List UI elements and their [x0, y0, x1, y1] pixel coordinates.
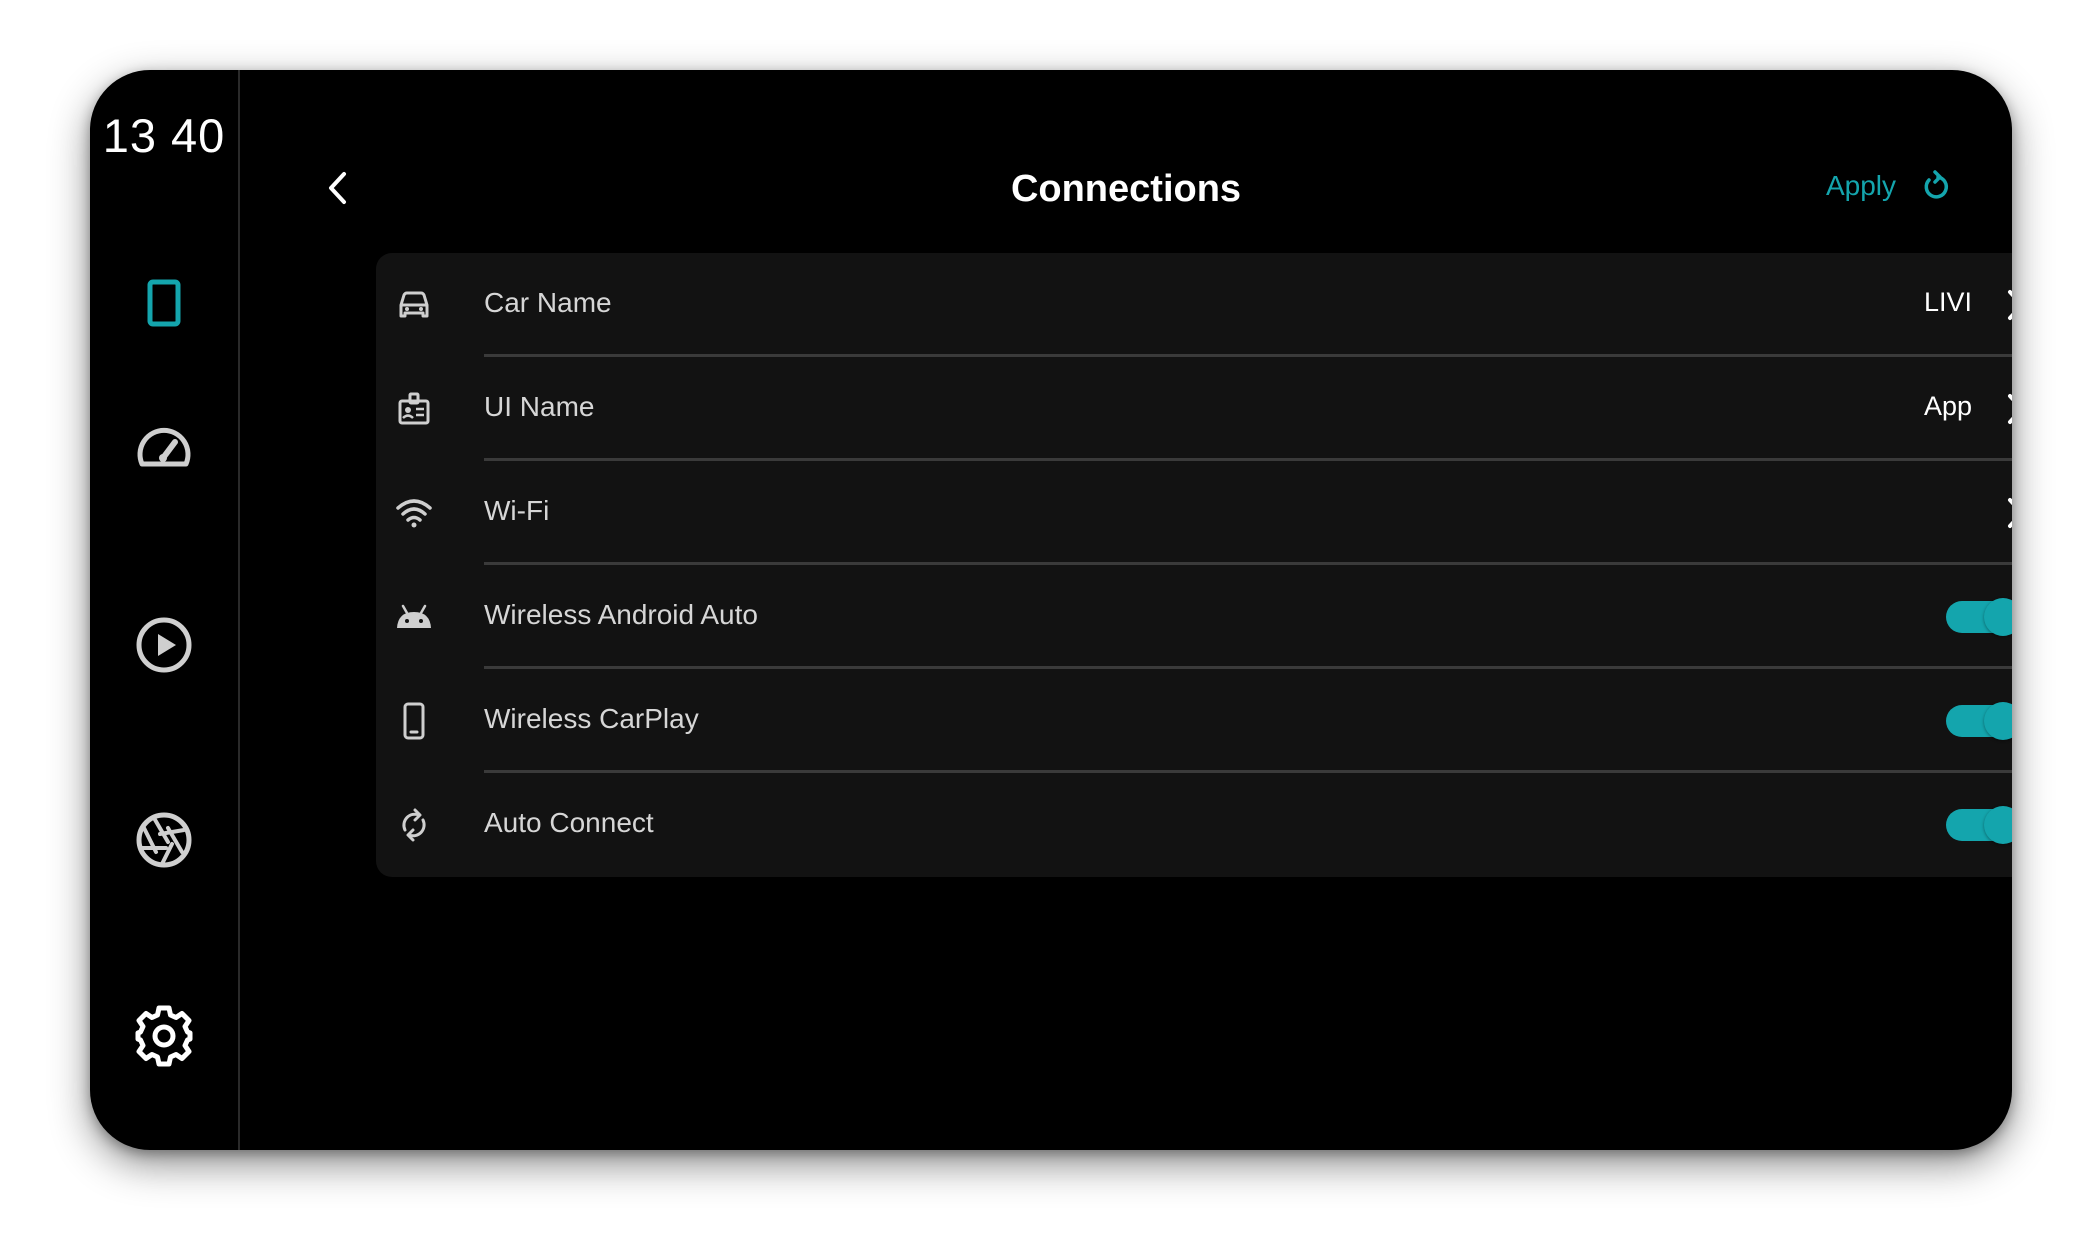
head-unit-screen: 13 40 Connections Apply Car Name LIVI UI…	[90, 70, 2012, 1150]
nav-camera-button[interactable]	[124, 800, 204, 880]
sync-icon	[394, 805, 434, 845]
toggle-knob	[1984, 598, 2012, 636]
auto-connect-toggle[interactable]	[1946, 806, 2012, 844]
clock: 13 40	[102, 109, 226, 162]
toggle-knob	[1984, 702, 2012, 740]
chevron-right-icon	[1996, 285, 2012, 325]
camera-aperture-icon	[136, 812, 192, 868]
android-icon	[394, 597, 434, 637]
settings-list: Car Name LIVI UI Name App Wi-Fi Wireless…	[376, 253, 2012, 877]
setting-label: UI Name	[484, 391, 595, 422]
setting-label: Auto Connect	[484, 807, 654, 838]
main-content: Connections Apply Car Name LIVI UI Name …	[240, 70, 2012, 1150]
setting-row-wireless-android-auto: Wireless Android Auto	[376, 565, 2012, 669]
nav-media-button[interactable]	[124, 605, 204, 685]
apply-label: Apply	[1825, 170, 1896, 201]
nav-dashboard-button[interactable]	[124, 410, 204, 490]
wireless-carplay-toggle[interactable]	[1946, 702, 2012, 740]
setting-label: Car Name	[484, 287, 612, 318]
badge-icon	[394, 389, 434, 429]
toggle-knob	[1984, 806, 2012, 844]
setting-row-wifi[interactable]: Wi-Fi	[376, 461, 2012, 565]
apply-button[interactable]: Apply	[1826, 170, 1952, 202]
smartphone-icon	[394, 701, 434, 741]
setting-value: LIVI	[1923, 287, 1972, 317]
chevron-right-icon	[1996, 389, 2012, 429]
setting-label: Wireless Android Auto	[484, 599, 758, 630]
nav-settings-button[interactable]	[124, 996, 204, 1076]
setting-row-wireless-carplay: Wireless CarPlay	[376, 669, 2012, 773]
refresh-icon	[1924, 170, 1948, 199]
setting-row-auto-connect: Auto Connect	[376, 773, 2012, 877]
media-play-icon	[136, 617, 192, 673]
wifi-icon	[394, 493, 434, 533]
sidebar: 13 40	[90, 70, 240, 1150]
nav-phone-button[interactable]	[124, 263, 204, 343]
setting-row-ui-name[interactable]: UI Name App	[376, 357, 2012, 461]
wireless-android-auto-toggle[interactable]	[1946, 598, 2012, 636]
setting-label: Wi-Fi	[484, 495, 550, 526]
phone-icon	[147, 279, 181, 327]
page-title: Connections	[1010, 168, 1242, 210]
chevron-right-icon	[1996, 493, 2012, 533]
dashboard-gauge-icon	[137, 427, 191, 467]
settings-gear-icon	[135, 1005, 193, 1067]
car-icon	[394, 285, 434, 325]
setting-value: App	[1923, 391, 1972, 421]
setting-row-car-name[interactable]: Car Name LIVI	[376, 253, 2012, 357]
setting-label: Wireless CarPlay	[484, 703, 699, 734]
